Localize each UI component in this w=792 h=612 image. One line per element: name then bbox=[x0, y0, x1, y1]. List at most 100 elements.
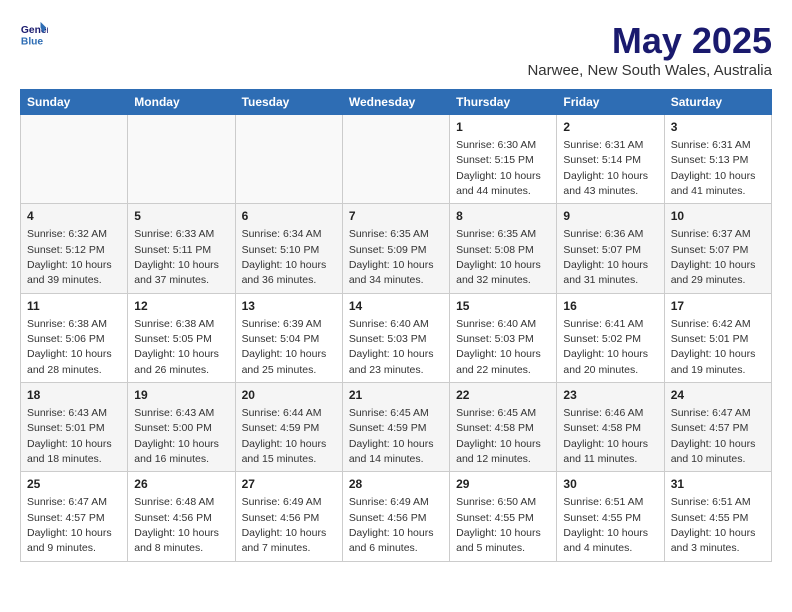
day-info: Sunrise: 6:48 AM Sunset: 4:56 PM Dayligh… bbox=[134, 496, 219, 554]
day-info: Sunrise: 6:47 AM Sunset: 4:57 PM Dayligh… bbox=[27, 496, 112, 554]
day-info: Sunrise: 6:49 AM Sunset: 4:56 PM Dayligh… bbox=[349, 496, 434, 554]
day-number: 6 bbox=[242, 208, 336, 225]
calendar-cell: 7 Sunrise: 6:35 AM Sunset: 5:09 PM Daylig… bbox=[342, 204, 449, 293]
calendar-cell bbox=[128, 115, 235, 204]
calendar-cell: 8Sunrise: 6:35 AM Sunset: 5:08 PM Daylig… bbox=[450, 204, 557, 293]
day-info: Sunrise: 6:38 AM Sunset: 5:06 PM Dayligh… bbox=[27, 318, 112, 376]
svg-text:Blue: Blue bbox=[21, 36, 44, 47]
calendar-cell: 3Sunrise: 6:31 AM Sunset: 5:13 PM Daylig… bbox=[664, 115, 771, 204]
calendar-cell: 21 Sunrise: 6:45 AM Sunset: 4:59 PM Dayli… bbox=[342, 383, 449, 472]
logo: General Blue bbox=[20, 20, 50, 48]
day-number: 28 bbox=[349, 476, 443, 493]
calendar-cell: 30Sunrise: 6:51 AM Sunset: 4:55 PM Dayli… bbox=[557, 472, 664, 561]
calendar-cell: 27Sunrise: 6:49 AM Sunset: 4:56 PM Dayli… bbox=[235, 472, 342, 561]
day-number: 21 bbox=[349, 387, 443, 404]
day-number: 1 bbox=[456, 119, 550, 136]
day-info: Sunrise: 6:41 AM Sunset: 5:02 PM Dayligh… bbox=[563, 318, 648, 376]
day-info: Sunrise: 6:39 AM Sunset: 5:04 PM Dayligh… bbox=[242, 318, 327, 376]
day-info: Sunrise: 6:47 AM Sunset: 4:57 PM Dayligh… bbox=[671, 407, 756, 465]
day-number: 23 bbox=[563, 387, 657, 404]
day-info: Sunrise: 6:49 AM Sunset: 4:56 PM Dayligh… bbox=[242, 496, 327, 554]
day-number: 10 bbox=[671, 208, 765, 225]
day-info: Sunrise: 6:51 AM Sunset: 4:55 PM Dayligh… bbox=[563, 496, 648, 554]
day-info: Sunrise: 6:43 AM Sunset: 5:00 PM Dayligh… bbox=[134, 407, 219, 465]
day-number: 13 bbox=[242, 298, 336, 315]
day-info: Sunrise: 6:33 AM Sunset: 5:11 PM Dayligh… bbox=[134, 228, 219, 286]
main-title: May 2025 bbox=[527, 20, 772, 62]
page-header: General Blue May 2025 Narwee, New South … bbox=[20, 20, 772, 79]
calendar-cell: 13 Sunrise: 6:39 AM Sunset: 5:04 PM Dayli… bbox=[235, 293, 342, 382]
day-info: Sunrise: 6:46 AM Sunset: 4:58 PM Dayligh… bbox=[563, 407, 648, 465]
day-info: Sunrise: 6:37 AM Sunset: 5:07 PM Dayligh… bbox=[671, 228, 756, 286]
day-info: Sunrise: 6:51 AM Sunset: 4:55 PM Dayligh… bbox=[671, 496, 756, 554]
day-number: 24 bbox=[671, 387, 765, 404]
day-header-tuesday: Tuesday bbox=[235, 90, 342, 115]
calendar-cell: 24 Sunrise: 6:47 AM Sunset: 4:57 PM Dayli… bbox=[664, 383, 771, 472]
day-info: Sunrise: 6:45 AM Sunset: 4:59 PM Dayligh… bbox=[349, 407, 434, 465]
logo-icon: General Blue bbox=[20, 20, 48, 48]
day-number: 5 bbox=[134, 208, 228, 225]
calendar-cell: 15 Sunrise: 6:40 AM Sunset: 5:03 PM Dayli… bbox=[450, 293, 557, 382]
day-number: 16 bbox=[563, 298, 657, 315]
calendar-cell: 18 Sunrise: 6:43 AM Sunset: 5:01 PM Dayli… bbox=[21, 383, 128, 472]
day-info: Sunrise: 6:42 AM Sunset: 5:01 PM Dayligh… bbox=[671, 318, 756, 376]
day-header-friday: Friday bbox=[557, 90, 664, 115]
day-number: 2 bbox=[563, 119, 657, 136]
calendar-cell: 23 Sunrise: 6:46 AM Sunset: 4:58 PM Dayli… bbox=[557, 383, 664, 472]
calendar-cell bbox=[342, 115, 449, 204]
calendar-week-2: 4Sunrise: 6:32 AM Sunset: 5:12 PM Daylig… bbox=[21, 204, 772, 293]
day-info: Sunrise: 6:43 AM Sunset: 5:01 PM Dayligh… bbox=[27, 407, 112, 465]
day-number: 15 bbox=[456, 298, 550, 315]
day-number: 7 bbox=[349, 208, 443, 225]
calendar-cell: 4Sunrise: 6:32 AM Sunset: 5:12 PM Daylig… bbox=[21, 204, 128, 293]
calendar-table: SundayMondayTuesdayWednesdayThursdayFrid… bbox=[20, 89, 772, 562]
calendar-week-5: 25 Sunrise: 6:47 AM Sunset: 4:57 PM Dayli… bbox=[21, 472, 772, 561]
calendar-cell: 1 Sunrise: 6:30 AM Sunset: 5:15 PM Daylig… bbox=[450, 115, 557, 204]
day-number: 14 bbox=[349, 298, 443, 315]
day-info: Sunrise: 6:30 AM Sunset: 5:15 PM Dayligh… bbox=[456, 139, 541, 197]
calendar-cell: 31Sunrise: 6:51 AM Sunset: 4:55 PM Dayli… bbox=[664, 472, 771, 561]
calendar-cell: 5 Sunrise: 6:33 AM Sunset: 5:11 PM Daylig… bbox=[128, 204, 235, 293]
day-info: Sunrise: 6:40 AM Sunset: 5:03 PM Dayligh… bbox=[349, 318, 434, 376]
day-info: Sunrise: 6:36 AM Sunset: 5:07 PM Dayligh… bbox=[563, 228, 648, 286]
calendar-week-4: 18 Sunrise: 6:43 AM Sunset: 5:01 PM Dayli… bbox=[21, 383, 772, 472]
day-number: 18 bbox=[27, 387, 121, 404]
day-info: Sunrise: 6:44 AM Sunset: 4:59 PM Dayligh… bbox=[242, 407, 327, 465]
day-number: 19 bbox=[134, 387, 228, 404]
day-number: 3 bbox=[671, 119, 765, 136]
calendar-cell: 10 Sunrise: 6:37 AM Sunset: 5:07 PM Dayli… bbox=[664, 204, 771, 293]
day-header-monday: Monday bbox=[128, 90, 235, 115]
calendar-week-3: 11 Sunrise: 6:38 AM Sunset: 5:06 PM Dayli… bbox=[21, 293, 772, 382]
day-number: 12 bbox=[134, 298, 228, 315]
day-info: Sunrise: 6:31 AM Sunset: 5:14 PM Dayligh… bbox=[563, 139, 648, 197]
calendar-header-row: SundayMondayTuesdayWednesdayThursdayFrid… bbox=[21, 90, 772, 115]
calendar-body: 1 Sunrise: 6:30 AM Sunset: 5:15 PM Daylig… bbox=[21, 115, 772, 562]
day-header-wednesday: Wednesday bbox=[342, 90, 449, 115]
day-number: 20 bbox=[242, 387, 336, 404]
calendar-cell: 17 Sunrise: 6:42 AM Sunset: 5:01 PM Dayli… bbox=[664, 293, 771, 382]
calendar-cell: 25 Sunrise: 6:47 AM Sunset: 4:57 PM Dayli… bbox=[21, 472, 128, 561]
day-info: Sunrise: 6:50 AM Sunset: 4:55 PM Dayligh… bbox=[456, 496, 541, 554]
calendar-cell: 12Sunrise: 6:38 AM Sunset: 5:05 PM Dayli… bbox=[128, 293, 235, 382]
calendar-cell bbox=[235, 115, 342, 204]
calendar-cell: 20 Sunrise: 6:44 AM Sunset: 4:59 PM Dayli… bbox=[235, 383, 342, 472]
day-header-thursday: Thursday bbox=[450, 90, 557, 115]
day-number: 25 bbox=[27, 476, 121, 493]
day-info: Sunrise: 6:35 AM Sunset: 5:09 PM Dayligh… bbox=[349, 228, 434, 286]
calendar-cell: 16 Sunrise: 6:41 AM Sunset: 5:02 PM Dayli… bbox=[557, 293, 664, 382]
calendar-cell: 26Sunrise: 6:48 AM Sunset: 4:56 PM Dayli… bbox=[128, 472, 235, 561]
calendar-cell: 2 Sunrise: 6:31 AM Sunset: 5:14 PM Daylig… bbox=[557, 115, 664, 204]
day-number: 17 bbox=[671, 298, 765, 315]
calendar-cell bbox=[21, 115, 128, 204]
calendar-cell: 29Sunrise: 6:50 AM Sunset: 4:55 PM Dayli… bbox=[450, 472, 557, 561]
calendar-cell: 19 Sunrise: 6:43 AM Sunset: 5:00 PM Dayli… bbox=[128, 383, 235, 472]
day-header-saturday: Saturday bbox=[664, 90, 771, 115]
day-number: 11 bbox=[27, 298, 121, 315]
day-info: Sunrise: 6:40 AM Sunset: 5:03 PM Dayligh… bbox=[456, 318, 541, 376]
calendar-week-1: 1 Sunrise: 6:30 AM Sunset: 5:15 PM Daylig… bbox=[21, 115, 772, 204]
day-info: Sunrise: 6:35 AM Sunset: 5:08 PM Dayligh… bbox=[456, 228, 541, 286]
calendar-cell: 14 Sunrise: 6:40 AM Sunset: 5:03 PM Dayli… bbox=[342, 293, 449, 382]
day-number: 4 bbox=[27, 208, 121, 225]
day-header-sunday: Sunday bbox=[21, 90, 128, 115]
subtitle: Narwee, New South Wales, Australia bbox=[527, 62, 772, 79]
